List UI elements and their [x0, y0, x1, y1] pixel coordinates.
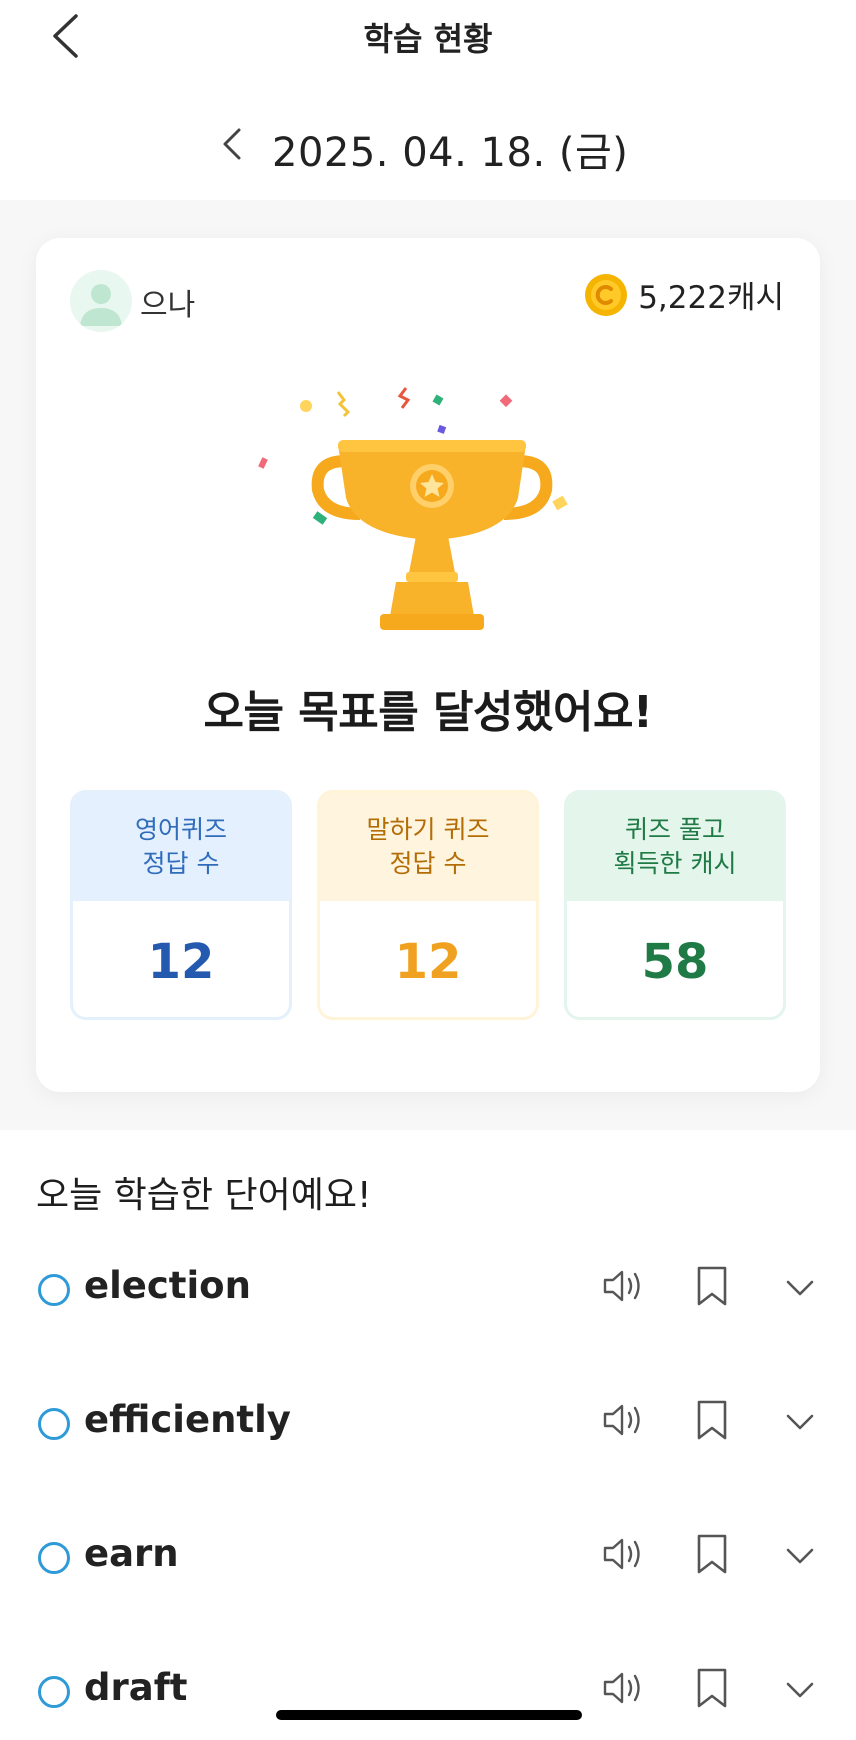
chevron-down-icon [786, 1548, 814, 1564]
avatar [70, 270, 132, 332]
bookmark-icon [697, 1534, 727, 1574]
stat-label-line1: 영어퀴즈 [134, 815, 227, 844]
word-row[interactable]: draft [0, 1640, 856, 1740]
achievement-card: 으나 5,222캐시 오늘 목표를 달성했어요! 영어퀴즈 정답 수 12 말하… [36, 238, 820, 1092]
check-circle-icon[interactable] [38, 1274, 70, 1306]
expand-button[interactable] [780, 1268, 820, 1308]
coin-icon [585, 273, 628, 316]
stat-label-line1: 말하기 퀴즈 [366, 815, 490, 844]
username: 으나 [140, 288, 196, 323]
word-text: efficiently [84, 1398, 291, 1441]
bookmark-button[interactable] [692, 1664, 732, 1712]
expand-button[interactable] [780, 1670, 820, 1710]
previous-date-button[interactable] [210, 116, 254, 172]
stat-label-line1: 퀴즈 풀고 [625, 815, 725, 844]
expand-button[interactable] [780, 1402, 820, 1442]
word-row[interactable]: earn [0, 1506, 856, 1606]
speaker-button[interactable] [602, 1666, 646, 1710]
stat-speaking-quiz: 말하기 퀴즈정답 수 12 [317, 790, 539, 1020]
stat-english-quiz: 영어퀴즈정답 수 12 [70, 790, 292, 1020]
cash-value: 5,222캐시 [638, 280, 784, 316]
user-icon [80, 284, 122, 326]
check-circle-icon[interactable] [38, 1408, 70, 1440]
word-text: election [84, 1264, 251, 1307]
stat-label-line2: 정답 수 [389, 849, 467, 878]
home-indicator [276, 1710, 582, 1720]
speaker-icon [603, 1404, 640, 1436]
stat-label: 말하기 퀴즈정답 수 [320, 793, 536, 901]
bookmark-button[interactable] [692, 1530, 732, 1578]
expand-button[interactable] [780, 1536, 820, 1576]
section-title: 오늘 학습한 단어예요! [36, 1175, 372, 1216]
chevron-down-icon [786, 1280, 814, 1296]
header: 학습 현황 [0, 0, 856, 78]
speaker-icon [603, 1538, 640, 1570]
stat-label: 퀴즈 풀고획득한 캐시 [567, 793, 783, 901]
stat-earned-cash: 퀴즈 풀고획득한 캐시 58 [564, 790, 786, 1020]
achievement-title: 오늘 목표를 달성했어요! [203, 687, 653, 738]
check-circle-icon[interactable] [38, 1676, 70, 1708]
bookmark-button[interactable] [692, 1396, 732, 1444]
chevron-down-icon [786, 1414, 814, 1430]
bookmark-button[interactable] [692, 1262, 732, 1310]
word-text: earn [84, 1532, 179, 1575]
word-text: draft [84, 1666, 188, 1709]
stat-value: 12 [394, 934, 462, 990]
chevron-down-icon [786, 1682, 814, 1698]
speaker-icon [603, 1270, 640, 1302]
word-row[interactable]: efficiently [0, 1372, 856, 1472]
bookmark-icon [697, 1400, 727, 1440]
speaker-icon [603, 1672, 640, 1704]
speaker-button[interactable] [602, 1264, 646, 1308]
cash-balance: 5,222캐시 [584, 272, 784, 317]
stat-label-line2: 획득한 캐시 [613, 849, 737, 878]
word-row[interactable]: election [0, 1238, 856, 1338]
trophy-icon [258, 387, 568, 630]
stat-label-line2: 정답 수 [142, 849, 220, 878]
bookmark-icon [697, 1266, 727, 1306]
stat-value: 58 [641, 934, 709, 990]
stat-value: 12 [147, 934, 215, 990]
speaker-button[interactable] [602, 1532, 646, 1576]
speaker-button[interactable] [602, 1398, 646, 1442]
chevron-left-icon [223, 128, 241, 160]
date-navigator: 2025. 04. 18. (금) [0, 110, 856, 180]
date-label: 2025. 04. 18. (금) [272, 130, 629, 176]
check-circle-icon[interactable] [38, 1542, 70, 1574]
page-title: 학습 현황 [363, 20, 493, 58]
bookmark-icon [697, 1668, 727, 1708]
stat-label: 영어퀴즈정답 수 [73, 793, 289, 901]
